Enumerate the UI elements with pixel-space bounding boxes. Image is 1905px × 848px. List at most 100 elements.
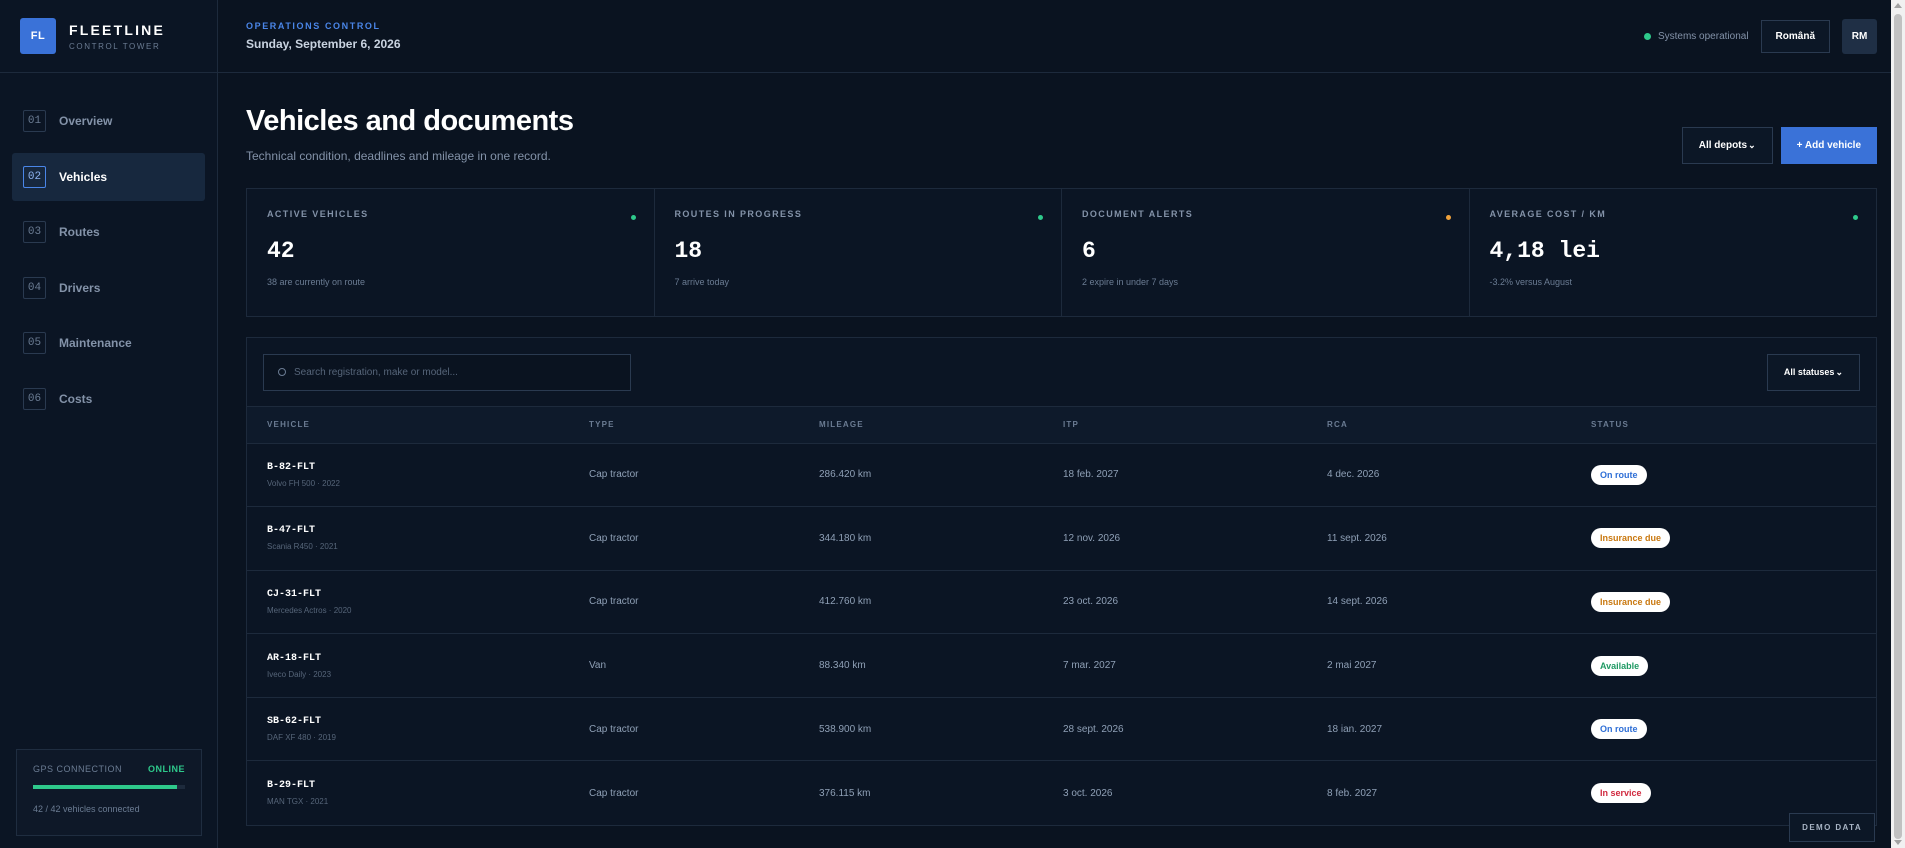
kpi-strip: ACTIVE VEHICLES 42 38 are currently on r… xyxy=(246,188,1877,317)
search-input[interactable] xyxy=(294,366,594,378)
mileage-cell: 88.340 km xyxy=(819,660,866,672)
column-header-rca[interactable]: RCA xyxy=(1307,407,1571,443)
sidebar-item-routes[interactable]: 03 Routes xyxy=(12,208,205,256)
avatar[interactable]: RM xyxy=(1842,18,1877,54)
table-header-row: VEHICLE TYPE MILEAGE ITP RCA STATUS xyxy=(247,407,1876,443)
type-cell: Cap tractor xyxy=(589,596,639,608)
language-button[interactable]: Română xyxy=(1760,19,1830,53)
rca-cell: 14 sept. 2026 xyxy=(1327,596,1388,608)
kpi-note: 2 expire in under 7 days xyxy=(1082,277,1179,287)
chevron-down-icon: ⌄ xyxy=(1835,366,1843,377)
nav-label: Routes xyxy=(59,225,100,239)
table-row[interactable]: B-47-FLT Scania R450 · 2021 Cap tractor 344… xyxy=(247,506,1876,571)
nav-number: 06 xyxy=(23,387,46,410)
status-cell: On route xyxy=(1571,443,1876,507)
mileage-cell: 538.900 km xyxy=(819,723,872,735)
status-filter-dropdown[interactable]: All statuses ⌄ xyxy=(1766,353,1860,391)
gps-label: GPS CONNECTION xyxy=(33,764,123,774)
itp-cell: 28 sept. 2026 xyxy=(1063,723,1124,735)
table-row[interactable]: B-29-FLT MAN TGX · 2021 Cap tractor 376.115… xyxy=(247,760,1876,825)
rca-cell: 8 feb. 2027 xyxy=(1327,787,1378,799)
nav-number: 05 xyxy=(23,332,46,354)
kpi-label: ACTIVE VEHICLES xyxy=(267,209,369,219)
nav-label: Drivers xyxy=(59,280,101,295)
current-date: Sunday, September 6, 2026 xyxy=(246,37,401,51)
brand-name: FLEETLINE xyxy=(69,21,166,38)
scroll-thumb[interactable] xyxy=(1894,14,1902,839)
kpi-card: AVERAGE COST / KM 4,18 lei -3.2% versus … xyxy=(1470,189,1877,316)
kpi-label: DOCUMENT ALERTS xyxy=(1082,209,1194,219)
scroll-down-arrow-icon[interactable] xyxy=(1894,840,1902,845)
rca-cell: 4 dec. 2026 xyxy=(1327,469,1380,481)
sidebar-item-overview[interactable]: 01 Overview xyxy=(12,97,205,145)
scroll-up-arrow-icon[interactable] xyxy=(1894,3,1902,8)
nav-number: 03 xyxy=(23,221,46,243)
vehicle-model: Scania R450 · 2021 xyxy=(267,542,338,552)
itp-cell: 7 mar. 2027 xyxy=(1063,660,1116,672)
table-row[interactable]: SB-62-FLT DAF XF 480 · 2019 Cap tractor 538… xyxy=(247,697,1876,761)
status-cell: Available xyxy=(1571,634,1876,698)
status-cell: Insurance due xyxy=(1571,570,1876,634)
status-badge: Insurance due xyxy=(1591,528,1671,549)
column-header-itp[interactable]: ITP xyxy=(1043,407,1307,443)
brand-logo: FL xyxy=(20,18,56,54)
itp-cell: 12 nov. 2026 xyxy=(1063,532,1121,544)
add-vehicle-button[interactable]: + Add vehicle xyxy=(1780,127,1877,164)
kpi-card: ACTIVE VEHICLES 42 38 are currently on r… xyxy=(247,189,655,316)
app-shell: FL FLEETLINE CONTROL TOWER 01 Overview 0… xyxy=(0,0,1905,848)
vehicle-plate[interactable]: CJ-31-FLT xyxy=(267,589,569,600)
vehicle-cell: B-47-FLT Scania R450 · 2021 xyxy=(247,507,569,571)
vehicle-plate[interactable]: B-47-FLT xyxy=(267,525,569,536)
type-cell: Cap tractor xyxy=(589,469,639,481)
kpi-card: DOCUMENT ALERTS 6 2 expire in under 7 da… xyxy=(1062,189,1470,316)
table-body: B-82-FLT Volvo FH 500 · 2022 Cap tractor 28… xyxy=(247,443,1876,825)
status-badge: On route xyxy=(1591,719,1647,740)
kpi-note: 38 are currently on route xyxy=(267,277,366,287)
vehicle-cell: AR-18-FLT Iveco Daily · 2023 xyxy=(247,634,569,698)
nav-number: 04 xyxy=(23,276,46,299)
column-header-vehicle[interactable]: VEHICLE xyxy=(247,407,569,443)
status-cell: Insurance due xyxy=(1571,507,1876,571)
vehicle-plate[interactable]: B-29-FLT xyxy=(267,780,569,791)
vehicle-plate[interactable]: AR-18-FLT xyxy=(267,653,569,664)
sidebar-item-vehicles[interactable]: 02 Vehicles xyxy=(12,152,205,201)
sidebar-item-costs[interactable]: 06 Costs xyxy=(12,375,205,423)
page-header: Vehicles and documents Technical conditi… xyxy=(246,73,1877,188)
search-box[interactable] xyxy=(263,353,631,391)
depots-dropdown[interactable]: All depots ⌄ xyxy=(1681,127,1773,164)
nav-label: Vehicles xyxy=(59,169,108,184)
page-content: Vehicles and documents Technical conditi… xyxy=(218,73,1905,826)
vehicle-model: DAF XF 480 · 2019 xyxy=(267,733,336,743)
vehicle-plate[interactable]: B-82-FLT xyxy=(267,462,569,473)
mileage-cell: 376.115 km xyxy=(819,787,871,799)
table-row[interactable]: CJ-31-FLT Mercedes Actros · 2020 Cap tract… xyxy=(247,570,1876,634)
column-header-type[interactable]: TYPE xyxy=(569,407,799,443)
mileage-cell: 344.180 km xyxy=(819,532,872,544)
vehicle-plate[interactable]: SB-62-FLT xyxy=(267,716,569,727)
table-row[interactable]: B-82-FLT Volvo FH 500 · 2022 Cap tractor 28… xyxy=(247,443,1876,507)
kpi-status-dot-icon xyxy=(1853,215,1858,220)
brand[interactable]: FL FLEETLINE CONTROL TOWER xyxy=(0,0,217,73)
type-cell: Van xyxy=(589,660,607,672)
itp-cell: 23 oct. 2026 xyxy=(1063,596,1119,608)
gps-header: GPS CONNECTION ONLINE xyxy=(33,764,185,774)
column-header-mileage[interactable]: MILEAGE xyxy=(799,407,1043,443)
kpi-card: ROUTES IN PROGRESS 18 7 arrive today xyxy=(655,189,1062,316)
vehicle-cell: SB-62-FLT DAF XF 480 · 2019 xyxy=(247,697,569,761)
page-scrollbar[interactable] xyxy=(1891,0,1905,848)
sidebar-nav: 01 Overview 02 Vehicles 03 Routes 04 Dri… xyxy=(0,73,217,423)
table-row[interactable]: AR-18-FLT Iveco Daily · 2023 Van 88.340 km 7… xyxy=(247,633,1876,698)
sidebar-item-maintenance[interactable]: 05 Maintenance xyxy=(12,319,205,367)
column-header-status[interactable]: STATUS xyxy=(1571,407,1876,443)
kpi-value: 4,18 lei xyxy=(1489,238,1600,264)
mileage-cell: 286.420 km xyxy=(819,469,872,481)
vehicle-cell: CJ-31-FLT Mercedes Actros · 2020 xyxy=(247,570,569,634)
kpi-status-dot-icon xyxy=(1038,215,1043,220)
kpi-value: 6 xyxy=(1082,238,1096,264)
vehicle-model: Iveco Daily · 2023 xyxy=(267,669,332,679)
status-dot-icon xyxy=(1643,32,1651,40)
gps-connection-card: GPS CONNECTION ONLINE 42 / 42 vehicles c… xyxy=(16,749,202,836)
status-badge: In service xyxy=(1591,783,1651,804)
nav-number: 01 xyxy=(23,110,46,132)
sidebar-item-drivers[interactable]: 04 Drivers xyxy=(12,264,205,312)
